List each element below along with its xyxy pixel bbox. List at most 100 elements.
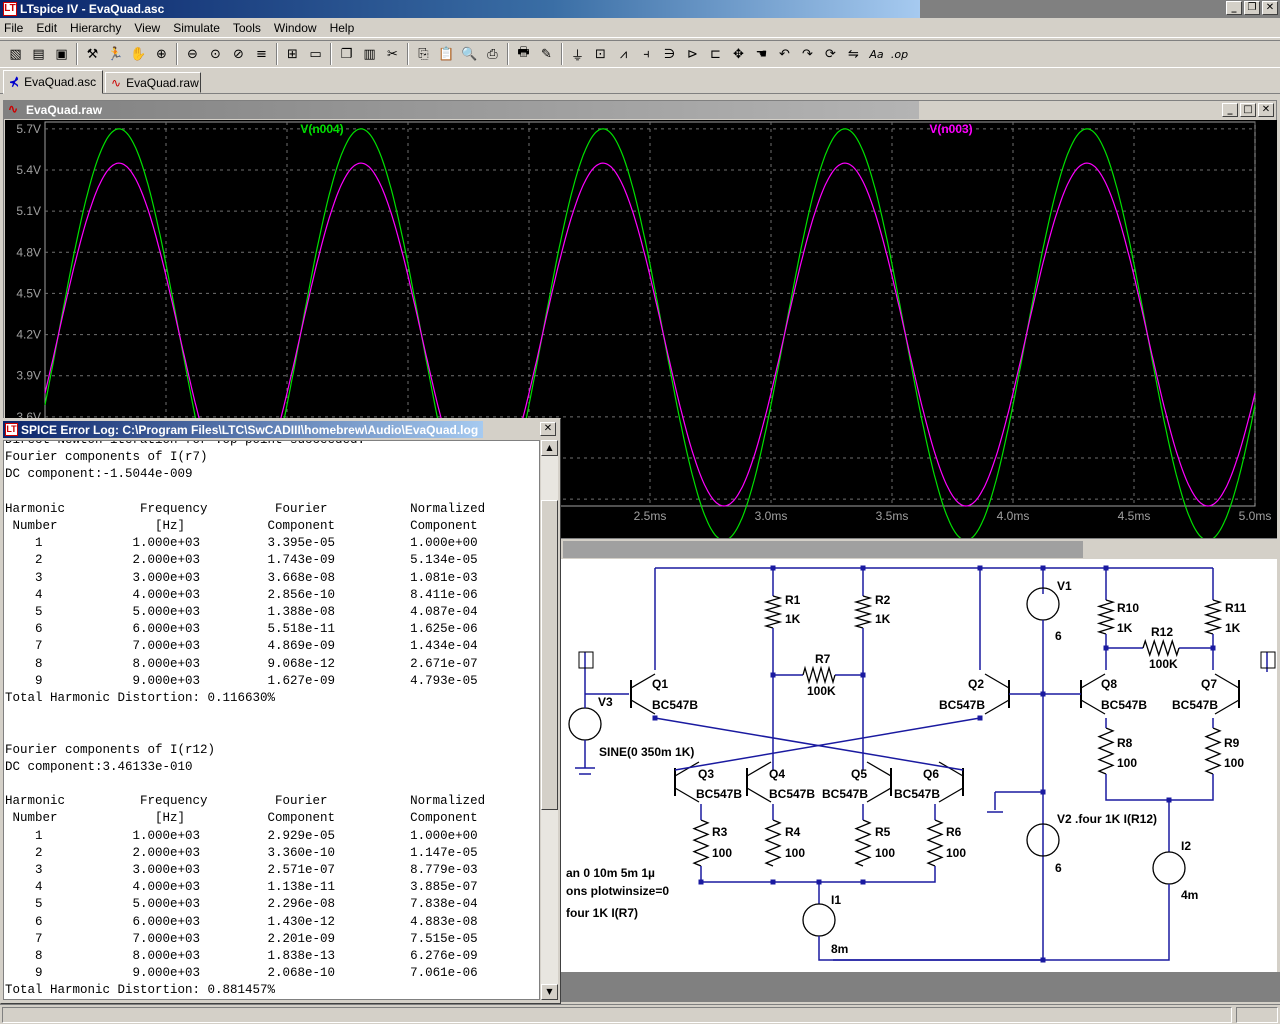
plot-settings-icon[interactable]: ⊞ xyxy=(281,43,304,65)
mirror-icon[interactable]: ⇋ xyxy=(842,43,865,65)
log-line: Total Harmonic Distortion: 0.881457% xyxy=(5,983,276,998)
transistor-q2-emitter xyxy=(984,699,1010,715)
menu-help[interactable]: Help xyxy=(330,21,355,35)
x-tick-label: 3.0ms xyxy=(755,509,788,523)
junction-dot xyxy=(1103,645,1109,651)
drag-icon[interactable]: ☚ xyxy=(750,43,773,65)
waveform-title: EvaQuad.raw xyxy=(26,103,103,117)
text-icon[interactable]: Aa xyxy=(865,43,888,65)
toolbar-separator xyxy=(176,43,178,65)
restore-button[interactable]: ❐ xyxy=(1244,1,1260,15)
schematic-label-v2v: 6 xyxy=(1055,861,1062,875)
schematic-label-r5v: 100 xyxy=(875,846,895,860)
schematic-label-r9: R9 xyxy=(1224,736,1240,750)
resistor-r2 xyxy=(853,595,873,629)
paste-icon[interactable]: 📋 xyxy=(435,43,458,65)
label-icon[interactable]: ⊡ xyxy=(589,43,612,65)
schematic-label-r7v: 100K xyxy=(807,684,836,698)
cancel-zoom-icon[interactable]: ⊘ xyxy=(227,43,250,65)
junction-dot xyxy=(698,879,704,885)
autorange-icon[interactable]: ≡ xyxy=(250,43,273,65)
cascade-icon[interactable]: ❐ xyxy=(335,43,358,65)
minimize-button[interactable]: _ xyxy=(1226,1,1242,15)
run-icon[interactable]: 🏃 xyxy=(104,43,127,65)
scroll-up-button[interactable]: ▲ xyxy=(541,440,558,456)
log-line: 5 5.000e+03 2.296e-08 7.838e-04 xyxy=(5,897,478,912)
schematic-label-r1v: 1K xyxy=(785,612,801,626)
log-line: Harmonic Frequency Fourier Normalized xyxy=(5,794,486,809)
schematic-label-i1: I1 xyxy=(831,893,841,907)
menu-window[interactable]: Window xyxy=(274,21,317,35)
schematic-label-q8: Q8 xyxy=(1101,677,1117,691)
error-log-close-button[interactable]: ✕ xyxy=(540,422,556,436)
menu-edit[interactable]: Edit xyxy=(36,21,57,35)
tab-evaquad-raw[interactable]: ∿ EvaQuad.raw xyxy=(105,72,201,93)
tab-evaquad-asc[interactable]: ⊀ EvaQuad.asc xyxy=(3,70,103,94)
toolbar: ▧ ▤ ▣ ⚒ 🏃 ✋ ⊕ ⊖ ⊙ ⊘ ≡ ⊞ ▭ ❐ ▥ ✂ ⎘ 📋 🔍 ⎙ 🖶 ✎ ⏚ ⊡ ⩘ ⫞ ∋ ⊳ ⊏ ✥ ☚ ↶ ↷ ⟳ ⇋ Aa .op xyxy=(0,40,1280,68)
schematic-label-r8: R8 xyxy=(1117,736,1133,750)
junction-dot xyxy=(816,879,822,885)
schematic-label-r5: R5 xyxy=(875,825,891,839)
menu-file[interactable]: File xyxy=(4,21,23,35)
schematic-label-r3: R3 xyxy=(712,825,728,839)
junction-dot xyxy=(860,879,866,885)
capacitor-icon[interactable]: ⫞ xyxy=(635,43,658,65)
resistor-icon[interactable]: ⩘ xyxy=(612,43,635,65)
print-icon[interactable]: 🖶 xyxy=(512,43,535,65)
copy-icon[interactable]: ⎘ xyxy=(412,43,435,65)
wire xyxy=(1105,774,1214,801)
log-line: Number [Hz] Component Component xyxy=(5,811,478,826)
tile-horizontal-icon[interactable]: ▭ xyxy=(304,43,327,65)
plot-close-button[interactable]: ✕ xyxy=(1258,103,1274,117)
print-setup-icon[interactable]: ⎙ xyxy=(481,43,504,65)
scroll-down-button[interactable]: ▼ xyxy=(541,984,558,1000)
save-icon[interactable]: ▣ xyxy=(50,43,73,65)
waveform-icon: ∿ xyxy=(8,102,19,116)
rotate-icon[interactable]: ⟳ xyxy=(819,43,842,65)
control-panel-icon[interactable]: ⚒ xyxy=(81,43,104,65)
waveform-icon: ∿ xyxy=(111,75,122,90)
move-icon[interactable]: ✥ xyxy=(727,43,750,65)
menu-simulate[interactable]: Simulate xyxy=(173,21,220,35)
wire xyxy=(818,936,1043,961)
scroll-thumb[interactable] xyxy=(541,500,558,810)
schematic-label-r9v: 100 xyxy=(1224,756,1244,770)
zoom-in-icon[interactable]: ⊕ xyxy=(150,43,173,65)
schematic-label-r1: R1 xyxy=(785,593,801,607)
undo-icon[interactable]: ↶ xyxy=(773,43,796,65)
error-log-scrollbar[interactable]: ▲ ▼ xyxy=(541,440,558,1000)
close-button[interactable]: ✕ xyxy=(1262,1,1278,15)
menu-hierarchy[interactable]: Hierarchy xyxy=(70,21,121,35)
resistor-r8 xyxy=(1097,727,1115,775)
log-line: Fourier components of I(r7) xyxy=(5,450,208,465)
redo-icon[interactable]: ↷ xyxy=(796,43,819,65)
schematic-label-q5: Q5 xyxy=(851,767,867,781)
zoom-fit-icon[interactable]: ⊙ xyxy=(204,43,227,65)
wire-icon[interactable]: ✎ xyxy=(535,43,558,65)
log-line: 1 1.000e+03 2.929e-05 1.000e+00 xyxy=(5,828,478,843)
halt-icon[interactable]: ✋ xyxy=(127,43,150,65)
y-tick-label: 5.4V xyxy=(16,163,41,177)
status-bar xyxy=(0,1004,1280,1024)
find-icon[interactable]: 🔍 xyxy=(458,43,481,65)
toolbar-separator xyxy=(561,43,563,65)
cut-icon[interactable]: ✂ xyxy=(381,43,404,65)
zoom-out-icon[interactable]: ⊖ xyxy=(181,43,204,65)
ground-icon[interactable]: ⏚ xyxy=(566,43,589,65)
log-line: 4 4.000e+03 2.856e-10 8.411e-06 xyxy=(5,587,478,602)
plot-maximize-button[interactable]: □ xyxy=(1240,103,1256,117)
schematic-label-r6v: 100 xyxy=(946,846,966,860)
menu-view[interactable]: View xyxy=(134,21,160,35)
schematic-label-v2: V2 .four 1K I(R12) xyxy=(1057,812,1157,826)
spice-directive-icon[interactable]: .op xyxy=(888,43,911,65)
component-icon[interactable]: ⊏ xyxy=(704,43,727,65)
menu-tools[interactable]: Tools xyxy=(233,21,261,35)
inductor-icon[interactable]: ∋ xyxy=(658,43,681,65)
log-line: DC component:-1.5044e-009 xyxy=(5,467,193,482)
tile-vertical-icon[interactable]: ▥ xyxy=(358,43,381,65)
diode-icon[interactable]: ⊳ xyxy=(681,43,704,65)
new-schematic-icon[interactable]: ▧ xyxy=(4,43,27,65)
plot-minimize-button[interactable]: _ xyxy=(1222,103,1238,117)
open-icon[interactable]: ▤ xyxy=(27,43,50,65)
error-log-text[interactable]: Direct Newton iteration for .op point su… xyxy=(3,440,540,1000)
